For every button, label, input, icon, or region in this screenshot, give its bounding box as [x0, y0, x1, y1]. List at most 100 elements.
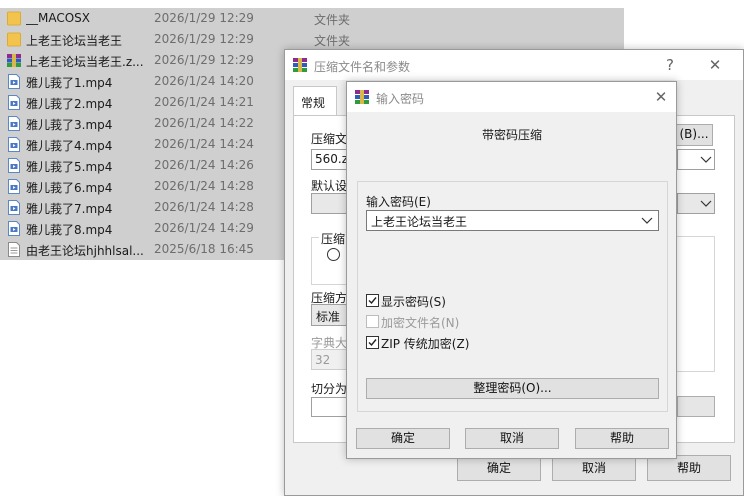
password-dialog: 输入密码 ✕ 带密码压缩 输入密码(E) 上老王论坛当老王 显示密码(S) 加密… — [346, 81, 677, 459]
winrar-icon — [293, 58, 307, 72]
text-file-icon — [7, 242, 21, 257]
archive-name-value: 560.zip — [315, 152, 346, 166]
tab-general[interactable]: 常规 — [293, 86, 337, 116]
file-name: 雅儿莪了4.mp4 — [26, 139, 113, 153]
compression-format-label: 压缩 — [319, 230, 348, 247]
file-row[interactable]: 雅儿莪了7.mp4 2026/1/24 14:28 — [0, 197, 284, 218]
profile-dropdown[interactable] — [677, 193, 715, 214]
password-ok-button[interactable]: 确定 — [356, 428, 450, 449]
dictionary-size-select[interactable]: 32 — [311, 349, 347, 370]
password-input-value: 上老王论坛当老王 — [371, 215, 468, 229]
password-ok-label: 确定 — [390, 431, 415, 445]
zip-legacy-encryption-label: ZIP 传统加密(Z) — [381, 337, 470, 351]
format-radio[interactable] — [327, 248, 340, 261]
file-row[interactable]: 雅儿莪了5.mp4 2026/1/24 14:26 — [0, 155, 284, 176]
video-file-icon — [7, 200, 21, 215]
file-date: 2026/1/29 12:29 — [154, 53, 254, 67]
archive-name-field[interactable]: 560.zip — [311, 149, 347, 170]
compression-method-select[interactable]: 标准 — [311, 304, 347, 326]
video-file-icon — [7, 95, 21, 110]
enter-password-label: 输入密码(E) — [366, 195, 431, 209]
archive-settings-title: 压缩文件名和参数 — [314, 60, 411, 74]
default-settings-label: 默认设 — [311, 179, 348, 193]
default-settings-field[interactable] — [311, 193, 347, 214]
file-name: 雅儿莪了5.mp4 — [26, 160, 113, 174]
password-help-button[interactable]: 帮助 — [575, 428, 669, 449]
password-heading: 带密码压缩 — [482, 128, 543, 142]
rar-archive-icon — [7, 53, 21, 68]
compression-method-value: 标准 — [316, 310, 341, 324]
organize-passwords-label: 整理密码(O)... — [473, 381, 552, 395]
password-cancel-label: 取消 — [499, 431, 524, 445]
checkmark-icon — [368, 297, 377, 305]
video-file-icon — [7, 74, 21, 89]
file-date: 2026/1/24 14:28 — [154, 200, 254, 214]
file-row[interactable]: 雅儿莪了2.mp4 2026/1/24 14:21 — [0, 92, 284, 113]
file-date: 2026/1/24 14:28 — [154, 179, 254, 193]
video-file-icon — [7, 137, 21, 152]
file-name: 由老王论坛hjhhlsal... — [26, 244, 144, 258]
show-password-label: 显示密码(S) — [381, 295, 446, 309]
split-volumes-field[interactable] — [311, 397, 347, 417]
file-row[interactable]: 上老王论坛当老王 2026/1/29 12:29 文件夹 — [0, 29, 624, 50]
cancel-button-label: 取消 — [581, 461, 606, 475]
file-row[interactable]: 雅儿莪了4.mp4 2026/1/24 14:24 — [0, 134, 284, 155]
help-title-button[interactable]: ? — [659, 54, 681, 76]
browse-button-label: (B)... — [679, 127, 709, 141]
archive-settings-titlebar: 压缩文件名和参数 ? ✕ — [285, 50, 743, 80]
split-volumes-label: 切分为 — [311, 382, 348, 396]
file-date: 2026/1/24 14:20 — [154, 74, 254, 88]
file-row[interactable]: 雅儿莪了1.mp4 2026/1/24 14:20 — [0, 71, 284, 92]
options-group — [677, 236, 715, 372]
options-button[interactable] — [677, 396, 715, 417]
file-name: 上老王论坛当老王.z... — [26, 55, 144, 69]
password-cancel-button[interactable]: 取消 — [465, 428, 559, 449]
file-row[interactable]: __MACOSX 2026/1/29 12:29 文件夹 — [0, 8, 624, 29]
file-name: 雅儿莪了8.mp4 — [26, 223, 113, 237]
file-name: 雅儿莪了3.mp4 — [26, 118, 113, 132]
file-date: 2025/6/18 16:45 — [154, 242, 254, 256]
help-button-label: 帮助 — [676, 461, 701, 475]
organize-passwords-button[interactable]: 整理密码(O)... — [366, 378, 659, 399]
file-type: 文件夹 — [314, 13, 351, 27]
file-name: 上老王论坛当老王 — [26, 34, 123, 48]
file-row[interactable]: 上老王论坛当老王.z... 2026/1/29 12:29 — [0, 50, 284, 71]
file-date: 2026/1/29 12:29 — [154, 32, 254, 46]
video-file-icon — [7, 221, 21, 236]
tab-general-label: 常规 — [301, 96, 326, 110]
file-date: 2026/1/24 14:21 — [154, 95, 254, 109]
dictionary-size-value: 32 — [315, 353, 331, 367]
zip-legacy-encryption-checkbox[interactable] — [366, 336, 379, 349]
file-date: 2026/1/24 14:29 — [154, 221, 254, 235]
file-row[interactable]: 雅儿莪了8.mp4 2026/1/24 14:29 — [0, 218, 284, 239]
chevron-down-icon — [700, 156, 712, 163]
password-dialog-titlebar: 输入密码 ✕ — [347, 82, 676, 112]
chevron-down-icon — [700, 200, 712, 207]
file-date: 2026/1/29 12:29 — [154, 11, 254, 25]
file-name: __MACOSX — [26, 11, 91, 25]
browse-button[interactable]: (B)... — [675, 124, 713, 146]
folder-icon — [7, 11, 21, 26]
video-file-icon — [7, 116, 21, 131]
file-row[interactable]: 雅儿莪了3.mp4 2026/1/24 14:22 — [0, 113, 284, 134]
video-file-icon — [7, 158, 21, 173]
winrar-icon — [355, 90, 369, 104]
file-row[interactable]: 雅儿莪了6.mp4 2026/1/24 14:28 — [0, 176, 284, 197]
close-icon[interactable]: ✕ — [704, 54, 726, 76]
video-file-icon — [7, 179, 21, 194]
file-name: 雅儿莪了2.mp4 — [26, 97, 113, 111]
checkmark-icon — [368, 339, 377, 347]
file-row[interactable]: 由老王论坛hjhhlsal... 2025/6/18 16:45 — [0, 239, 284, 260]
password-help-label: 帮助 — [609, 431, 634, 445]
file-date: 2026/1/24 14:22 — [154, 116, 254, 130]
encrypt-filenames-label: 加密文件名(N) — [381, 316, 460, 330]
ok-button-label: 确定 — [486, 461, 511, 475]
close-icon[interactable]: ✕ — [650, 86, 672, 108]
encrypt-filenames-checkbox[interactable] — [366, 315, 379, 328]
password-input[interactable]: 上老王论坛当老王 — [366, 210, 659, 231]
archive-name-dropdown[interactable] — [677, 149, 715, 170]
file-date: 2026/1/24 14:26 — [154, 158, 254, 172]
file-name: 雅儿莪了6.mp4 — [26, 181, 113, 195]
file-type: 文件夹 — [314, 34, 351, 48]
show-password-checkbox[interactable] — [366, 294, 379, 307]
